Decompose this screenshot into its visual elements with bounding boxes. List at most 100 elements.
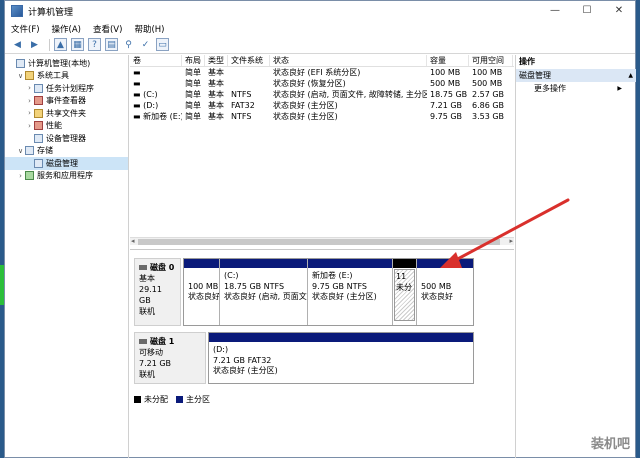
partition-efi[interactable]: 100 MB 状态良好 <box>184 259 220 325</box>
tree-item-folder[interactable]: › 共享文件夹 <box>5 107 128 120</box>
expand-arrow-icon[interactable]: › <box>25 97 34 105</box>
tree-item-label: 设备管理器 <box>46 133 86 143</box>
close-button[interactable]: ✕ <box>603 1 635 21</box>
tree-item-tools[interactable]: ∨ 系统工具 <box>5 70 128 83</box>
expand-arrow-icon[interactable]: › <box>25 122 34 130</box>
check-icon[interactable]: ✓ <box>139 38 152 51</box>
tree-item-label: 服务和应用程序 <box>37 171 93 181</box>
expand-arrow-icon[interactable]: ∨ <box>16 147 25 155</box>
disk-1-size: 7.21 GB <box>139 359 172 368</box>
toolbar-separator <box>49 38 50 51</box>
tree-item-event[interactable]: › 事件查看器 <box>5 95 128 108</box>
expand-arrow-icon[interactable]: ∨ <box>16 72 25 80</box>
volume-row[interactable]: ▬ 简单 基本 状态良好 (EFI 系统分区) 100 MB 100 MB <box>130 67 514 78</box>
partition-label <box>188 271 215 282</box>
back-arrow-icon[interactable]: ◀ <box>11 38 24 51</box>
disk-1-label[interactable]: 磁盘 1 可移动 7.21 GB 联机 <box>134 332 206 384</box>
partition-size: 9.75 GB NTFS <box>312 281 367 291</box>
menu-file[interactable]: 文件(F) <box>11 23 40 35</box>
volume-cell: 500 MB <box>472 79 503 88</box>
partition-status: 状态良好 (主分区) <box>213 366 278 375</box>
volume-row[interactable]: ▬ 简单 基本 状态良好 (恢复分区) 500 MB 500 MB <box>130 78 514 89</box>
tree-item-storage[interactable]: ∨ 存储 <box>5 145 128 158</box>
volume-list: 卷 布局 类型 文件系统 状态 容量 可用空间 ▬ 简单 基本 状态良好 (EFI 系… <box>130 55 514 237</box>
disk-view-icon[interactable]: ▭ <box>156 38 169 51</box>
up-folder-icon[interactable]: ▲ <box>54 38 67 51</box>
tree-item-disk[interactable]: 磁盘管理 <box>5 157 128 170</box>
legend-unallocated: 未分配 <box>144 395 168 404</box>
volume-cell: 简单 <box>185 112 201 121</box>
col-capacity[interactable]: 容量 <box>427 55 469 66</box>
disk-0-row: 磁盘 0 基本 29.11 GB 联机 100 MB 状态良好 (C:) 18.… <box>134 258 474 326</box>
disk-0-partitions: 100 MB 状态良好 (C:) 18.75 GB NTFS 状态良好 (启动,… <box>183 258 474 326</box>
disk-0-label[interactable]: 磁盘 0 基本 29.11 GB 联机 <box>134 258 181 326</box>
col-status[interactable]: 状态 <box>270 55 427 66</box>
col-free-space[interactable]: 可用空间 <box>469 55 513 66</box>
partition-status: 状态良好 <box>421 292 453 301</box>
volume-cell: 9.75 GB <box>430 112 463 121</box>
partition-d[interactable]: (D:) 7.21 GB FAT32 状态良好 (主分区) <box>209 333 473 383</box>
minimize-button[interactable]: — <box>539 1 571 21</box>
tree-item-perf[interactable]: › 性能 <box>5 120 128 133</box>
tree-item-computer[interactable]: 计算机管理(本地) <box>5 57 128 70</box>
tree-item-label: 性能 <box>46 121 62 131</box>
background-edge <box>0 265 4 305</box>
volume-row[interactable]: ▬ 新加卷 (E:) 简单 基本 NTFS 状态良好 (主分区) 9.75 GB 3.53 … <box>130 111 514 122</box>
show-hide-tree-icon[interactable]: ▦ <box>71 38 84 51</box>
folder-icon <box>34 108 43 118</box>
col-layout[interactable]: 布局 <box>182 55 205 66</box>
volume-row[interactable]: ▬ (D:) 简单 基本 FAT32 状态良好 (主分区) 7.21 GB 6.86 GB <box>130 100 514 111</box>
menu-bar: 文件(F) 操作(A) 查看(V) 帮助(H) <box>5 21 635 36</box>
volume-cell: NTFS <box>231 90 252 99</box>
connect-icon[interactable]: ⚲ <box>122 38 135 51</box>
partition-size: 500 MB <box>421 281 452 291</box>
forward-arrow-icon[interactable]: ▶ <box>28 38 41 51</box>
scroll-right-icon[interactable]: ▸ <box>509 237 513 245</box>
volume-cell: 简单 <box>185 101 201 110</box>
expand-arrow-icon[interactable]: › <box>25 109 34 117</box>
volume-row[interactable]: ▬ (C:) 简单 基本 NTFS 状态良好 (启动, 页面文件, 故障转储, 主分区)… <box>130 89 514 100</box>
expand-arrow-icon[interactable]: › <box>25 84 34 92</box>
partition-status: 未分 <box>396 282 412 292</box>
volume-cell: 2.57 GB <box>472 90 505 99</box>
scroll-left-icon[interactable]: ◂ <box>131 237 135 245</box>
col-type[interactable]: 类型 <box>205 55 228 66</box>
tree-item-services[interactable]: › 服务和应用程序 <box>5 170 128 183</box>
tree-item-device[interactable]: 设备管理器 <box>5 132 128 145</box>
col-filesystem[interactable]: 文件系统 <box>228 55 270 66</box>
partition-bar <box>393 259 416 268</box>
disk-0-name: 磁盘 0 <box>150 263 175 272</box>
legend-primary: 主分区 <box>186 395 210 404</box>
col-volume[interactable]: 卷 <box>130 55 182 66</box>
maximize-button[interactable]: ☐ <box>571 1 603 21</box>
help-icon[interactable]: ? <box>88 38 101 51</box>
tree-item-label: 计算机管理(本地) <box>28 58 91 68</box>
window-controls: — ☐ ✕ <box>539 1 635 21</box>
partition-c[interactable]: (C:) 18.75 GB NTFS 状态良好 (启动, 页面文件 <box>220 259 308 325</box>
disk-1-type: 可移动 <box>139 348 163 357</box>
menu-action[interactable]: 操作(A) <box>52 23 81 35</box>
horizontal-scrollbar[interactable]: ◂ ▸ <box>130 237 514 245</box>
partition-status: 状态良好 <box>188 292 220 301</box>
actions-section-disk-management[interactable]: 磁盘管理 ▲ <box>516 69 636 82</box>
expand-arrow-icon[interactable]: › <box>16 172 25 180</box>
partition-bar <box>417 259 473 268</box>
partition-e[interactable]: 新加卷 (E:) 9.75 GB NTFS 状态良好 (主分区) <box>308 259 393 325</box>
console-tree: 计算机管理(本地) ∨ 系统工具 › 任务计划程序 › 事件查看器 › 共享文件夹 › 性能 设备管理… <box>5 55 129 458</box>
volume-cell: 6.86 GB <box>472 101 505 110</box>
partition-status: 状态良好 (启动, 页面文件 <box>224 292 308 301</box>
menu-help[interactable]: 帮助(H) <box>134 23 164 35</box>
storage-icon <box>25 146 34 156</box>
partition-status: 状态良好 (主分区) <box>312 292 377 301</box>
menu-view[interactable]: 查看(V) <box>93 23 122 35</box>
services-icon <box>25 171 34 181</box>
partition-unallocated[interactable]: 11 未分 <box>393 259 417 325</box>
volume-cell: ▬ <box>133 79 141 88</box>
tree-item-clock[interactable]: › 任务计划程序 <box>5 82 128 95</box>
partition-label: 新加卷 (E:) <box>312 271 353 280</box>
collapse-icon[interactable]: ▲ <box>628 69 633 82</box>
scrollbar-thumb[interactable] <box>138 239 500 245</box>
more-actions-item[interactable]: 更多操作 ▶ <box>516 82 636 95</box>
partition-recovery[interactable]: 500 MB 状态良好 <box>417 259 473 325</box>
properties-icon[interactable]: ▤ <box>105 38 118 51</box>
